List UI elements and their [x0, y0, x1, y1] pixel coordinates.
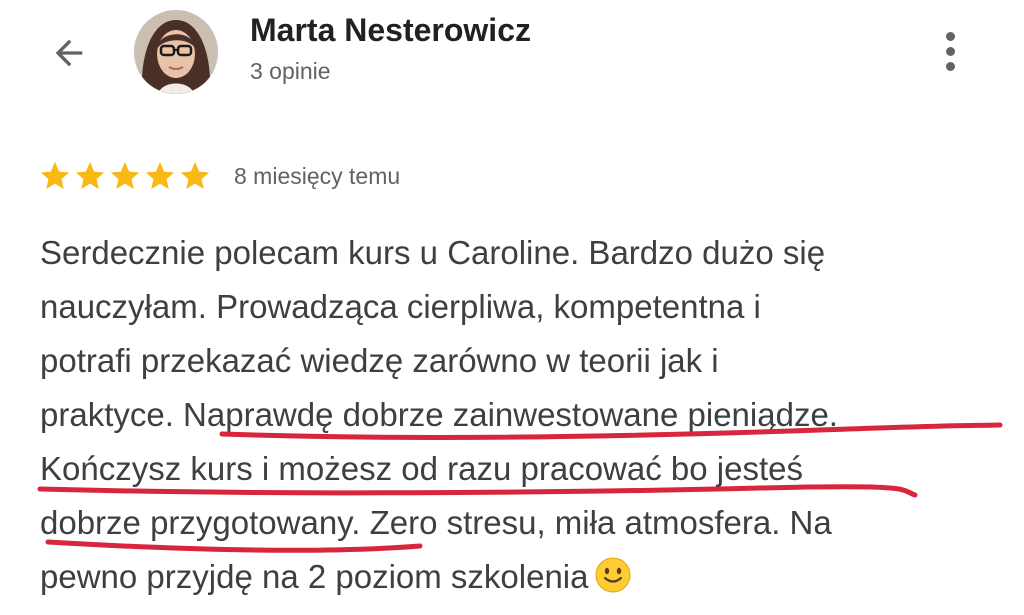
review-line: Kończysz kurs i możesz od razu pracować … [40, 450, 803, 487]
review-text: Serdecznie polecam kurs u Caroline. Bard… [40, 226, 1000, 604]
review-line: nauczyłam. Prowadząca cierpliwa, kompete… [40, 288, 761, 325]
star-icon [180, 161, 210, 190]
arrow-back-icon [55, 39, 83, 67]
more-vertical-icon [945, 31, 955, 41]
more-vertical-icon-dot [945, 61, 955, 71]
review-time: 8 miesięcy temu [234, 162, 401, 189]
review-line: potrafi przekazać wiedzę zarówno w teori… [40, 342, 719, 379]
more-vertical-icon-dot [945, 46, 955, 56]
author-name[interactable]: Marta Nesterowicz [250, 12, 531, 49]
star-icon [75, 161, 105, 190]
star-icon [145, 161, 175, 190]
rating-row: 8 miesięcy temu [38, 156, 400, 196]
review-line: praktyce. Naprawdę dobrze zainwestowane … [40, 396, 838, 433]
star-icon [110, 161, 140, 190]
more-options-button[interactable] [926, 22, 974, 80]
back-button[interactable] [44, 28, 94, 78]
avatar[interactable] [134, 10, 218, 94]
review-count: 3 opinie [250, 58, 331, 84]
review-line: dobrze przygotowany. Zero stresu, miła a… [40, 504, 832, 541]
review-line-text: pewno przyjdę na 2 poziom szkolenia [40, 558, 589, 595]
review-header: Marta Nesterowicz 3 opinie [0, 0, 1024, 100]
avatar-photo [134, 10, 218, 94]
review-line-last: pewno przyjdę na 2 poziom szkolenia [40, 550, 1000, 604]
slightly-smiling-face-icon [595, 557, 631, 593]
review-line: Serdecznie polecam kurs u Caroline. Bard… [40, 234, 826, 271]
star-icon [40, 161, 70, 190]
star-rating [38, 159, 212, 193]
